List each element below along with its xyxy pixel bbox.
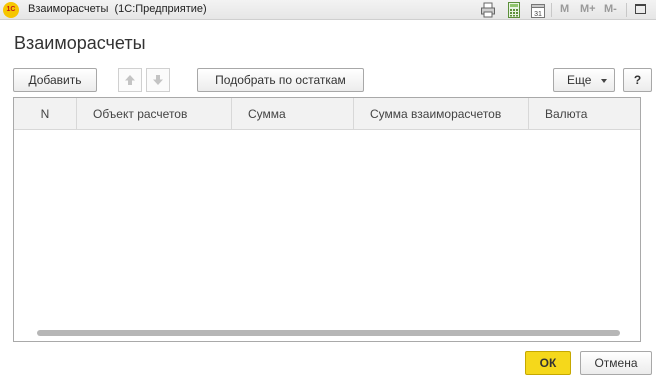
ok-button[interactable]: ОК [525, 351, 571, 375]
table-header: N Объект расчетов Сумма Сумма взаиморасч… [14, 98, 640, 130]
column-header-label: N [40, 107, 50, 121]
calendar-icon[interactable]: 31 [530, 2, 546, 18]
window-titlebar: 1С Взаиморасчеты (1С:Предприятие) 31 M M… [0, 0, 656, 20]
more-menu-label: Еще [567, 73, 592, 87]
arrow-up-icon [125, 75, 135, 85]
form-title: Взаиморасчеты [14, 33, 146, 53]
more-menu-button[interactable]: Еще [553, 68, 615, 92]
titlebar-separator [551, 3, 552, 17]
print-icon[interactable] [480, 2, 496, 18]
arrow-down-icon [153, 75, 163, 85]
settlements-table[interactable]: N Объект расчетов Сумма Сумма взаиморасч… [13, 97, 641, 342]
calendar-day-text: 31 [534, 11, 542, 18]
help-button[interactable]: ? [623, 68, 652, 92]
column-header-label: Валюта [545, 107, 588, 121]
column-header-settlement-sum[interactable]: Сумма взаиморасчетов [354, 98, 529, 130]
column-header-n[interactable]: N [14, 98, 77, 130]
memory-button-m[interactable]: M [560, 3, 569, 15]
window-title: Взаиморасчеты (1С:Предприятие) [28, 3, 207, 15]
column-header-label: Сумма взаиморасчетов [370, 107, 502, 121]
memory-button-m-minus[interactable]: M- [604, 3, 617, 15]
add-button[interactable]: Добавить [13, 68, 97, 92]
column-header-object[interactable]: Объект расчетов [77, 98, 232, 130]
calculator-icon[interactable] [506, 2, 522, 18]
column-header-sum[interactable]: Сумма [232, 98, 354, 130]
move-up-button[interactable] [118, 68, 142, 92]
column-header-label: Сумма [248, 107, 286, 121]
horizontal-scrollbar[interactable] [14, 326, 640, 340]
scrollbar-thumb[interactable] [37, 330, 620, 336]
move-down-button[interactable] [146, 68, 170, 92]
column-header-currency[interactable]: Валюта [529, 98, 640, 130]
pick-by-balance-button[interactable]: Подобрать по остаткам [197, 68, 364, 92]
app-logo-icon: 1С [3, 2, 19, 18]
memory-button-m-plus[interactable]: M+ [580, 3, 596, 15]
column-header-label: Объект расчетов [93, 107, 188, 121]
chevron-down-icon [601, 79, 607, 83]
titlebar-separator [626, 3, 627, 17]
maximize-icon[interactable] [635, 4, 646, 14]
cancel-button[interactable]: Отмена [580, 351, 652, 375]
